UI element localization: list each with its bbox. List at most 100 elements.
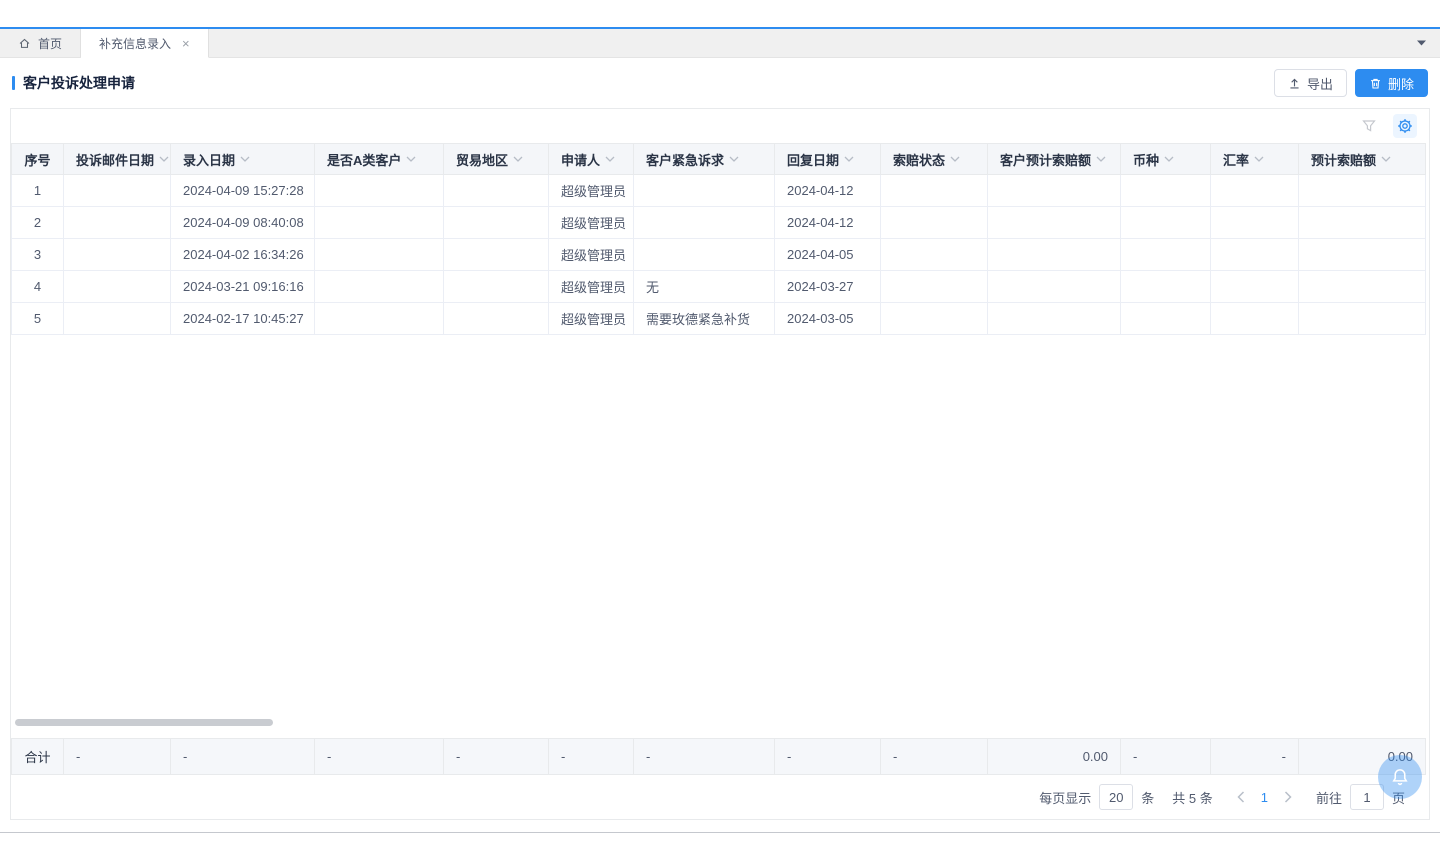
tab-bar: 首页 补充信息录入 × [0,29,1440,58]
sort-caret-icon [729,156,739,162]
per-page-unit: 条 [1141,788,1154,807]
col-header-exchange-rate[interactable]: 汇率 [1211,144,1299,175]
table-row[interactable]: 2 2024-04-09 08:40:08 超级管理员 2024-04-12 [12,207,1426,239]
summary-cell-exchange-rate: - [1211,739,1299,775]
cell-seq: 4 [12,271,64,303]
page-header: 客户投诉处理申请 导出 删除 [0,58,1440,108]
page-title: 客户投诉处理申请 [23,73,135,93]
cell-entry-date: 2024-02-17 10:45:27 [171,303,315,335]
close-icon[interactable]: × [182,36,190,51]
cell-trade-region [444,303,549,335]
cell-is-a-class-customer [315,175,444,207]
data-grid-panel: 序号 投诉邮件日期 录入日期 是否A类客户 贸易地区 申请人 客户紧急诉求 回复… [10,108,1430,820]
sort-caret-icon [1381,156,1391,162]
delete-button[interactable]: 删除 [1355,69,1428,97]
cell-applicant: 超级管理员 [549,239,634,271]
total-count: 共 5 条 [1172,788,1212,807]
cell-exchange-rate [1211,239,1299,271]
cell-applicant: 超级管理员 [549,175,634,207]
summary-cell: - [549,739,634,775]
filter-icon [1361,118,1377,134]
chevron-left-icon [1237,791,1245,803]
cell-seq: 2 [12,207,64,239]
summary-cell-currency: - [1121,739,1211,775]
col-header-estimated-claim[interactable]: 预计索赔额 [1299,144,1426,175]
table-row[interactable]: 4 2024-03-21 09:16:16 超级管理员 无 2024-03-27 [12,271,1426,303]
action-buttons: 导出 删除 [1274,69,1428,97]
cell-customer-estimated-claim [988,239,1121,271]
sort-caret-icon [513,156,523,162]
notification-fab[interactable] [1378,755,1422,799]
cell-is-a-class-customer [315,207,444,239]
export-button[interactable]: 导出 [1274,69,1347,97]
table-row[interactable]: 3 2024-04-02 16:34:26 超级管理员 2024-04-05 [12,239,1426,271]
horizontal-scrollbar-thumb[interactable] [15,719,273,726]
column-settings-button[interactable] [1393,114,1417,138]
cell-is-a-class-customer [315,303,444,335]
filter-button[interactable] [1361,118,1377,134]
cell-seq: 1 [12,175,64,207]
cell-trade-region [444,175,549,207]
grid-toolbar [11,109,1429,143]
data-table: 序号 投诉邮件日期 录入日期 是否A类客户 贸易地区 申请人 客户紧急诉求 回复… [11,143,1426,335]
cell-entry-date: 2024-03-21 09:16:16 [171,271,315,303]
summary-cell: - [634,739,775,775]
cell-claim-status [881,239,988,271]
cell-seq: 3 [12,239,64,271]
tab-supplementary-info[interactable]: 补充信息录入 × [81,29,209,58]
cell-urgent-request: 无 [634,271,775,303]
tab-list-dropdown-button[interactable] [1417,40,1426,46]
cell-urgent-request [634,207,775,239]
col-header-seq: 序号 [12,144,64,175]
col-header-applicant[interactable]: 申请人 [549,144,634,175]
goto-page-input[interactable] [1350,784,1384,810]
prev-page-button[interactable] [1231,791,1251,803]
sort-caret-icon [950,156,960,162]
cell-complaint-mail-date [64,271,171,303]
col-header-trade-region[interactable]: 贸易地区 [444,144,549,175]
col-header-customer-estimated-claim[interactable]: 客户预计索赔额 [988,144,1121,175]
caret-down-icon [1417,40,1426,46]
cell-trade-region [444,207,549,239]
per-page-input[interactable] [1099,784,1133,810]
next-page-button[interactable] [1278,791,1298,803]
table-empty-area [11,335,1429,738]
cell-claim-status [881,303,988,335]
cell-currency [1121,175,1211,207]
cell-exchange-rate [1211,175,1299,207]
summary-cell: - [171,739,315,775]
sort-caret-icon [605,156,615,162]
cell-currency [1121,207,1211,239]
cell-estimated-claim [1299,207,1426,239]
bell-icon [1389,766,1411,788]
summary-table: 合计 - - - - - - - - 0.00 - - 0.00 [11,738,1426,775]
sort-caret-icon [844,156,854,162]
gear-icon [1397,118,1413,134]
table-row[interactable]: 1 2024-04-09 15:27:28 超级管理员 2024-04-12 [12,175,1426,207]
cell-trade-region [444,239,549,271]
col-header-claim-status[interactable]: 索赔状态 [881,144,988,175]
col-header-complaint-mail-date[interactable]: 投诉邮件日期 [64,144,171,175]
col-header-is-a-class-customer[interactable]: 是否A类客户 [315,144,444,175]
col-header-entry-date[interactable]: 录入日期 [171,144,315,175]
cell-applicant: 超级管理员 [549,303,634,335]
page-number-1[interactable]: 1 [1251,790,1278,805]
summary-cell: - [444,739,549,775]
sort-caret-icon [1096,156,1106,162]
summary-cell: - [64,739,171,775]
home-icon [18,37,31,50]
cell-estimated-claim [1299,271,1426,303]
cell-complaint-mail-date [64,175,171,207]
cell-exchange-rate [1211,207,1299,239]
table-row[interactable]: 5 2024-02-17 10:45:27 超级管理员 需要玫德紧急补货 202… [12,303,1426,335]
table-header: 序号 投诉邮件日期 录入日期 是否A类客户 贸易地区 申请人 客户紧急诉求 回复… [12,144,1426,175]
delete-button-label: 删除 [1388,74,1414,93]
tab-home[interactable]: 首页 [0,29,81,57]
col-header-urgent-request[interactable]: 客户紧急诉求 [634,144,775,175]
col-header-reply-date[interactable]: 回复日期 [775,144,881,175]
per-page-label: 每页显示 [1039,788,1091,807]
col-header-currency[interactable]: 币种 [1121,144,1211,175]
cell-urgent-request: 需要玫德紧急补货 [634,303,775,335]
cell-exchange-rate [1211,303,1299,335]
sort-caret-icon [406,156,416,162]
